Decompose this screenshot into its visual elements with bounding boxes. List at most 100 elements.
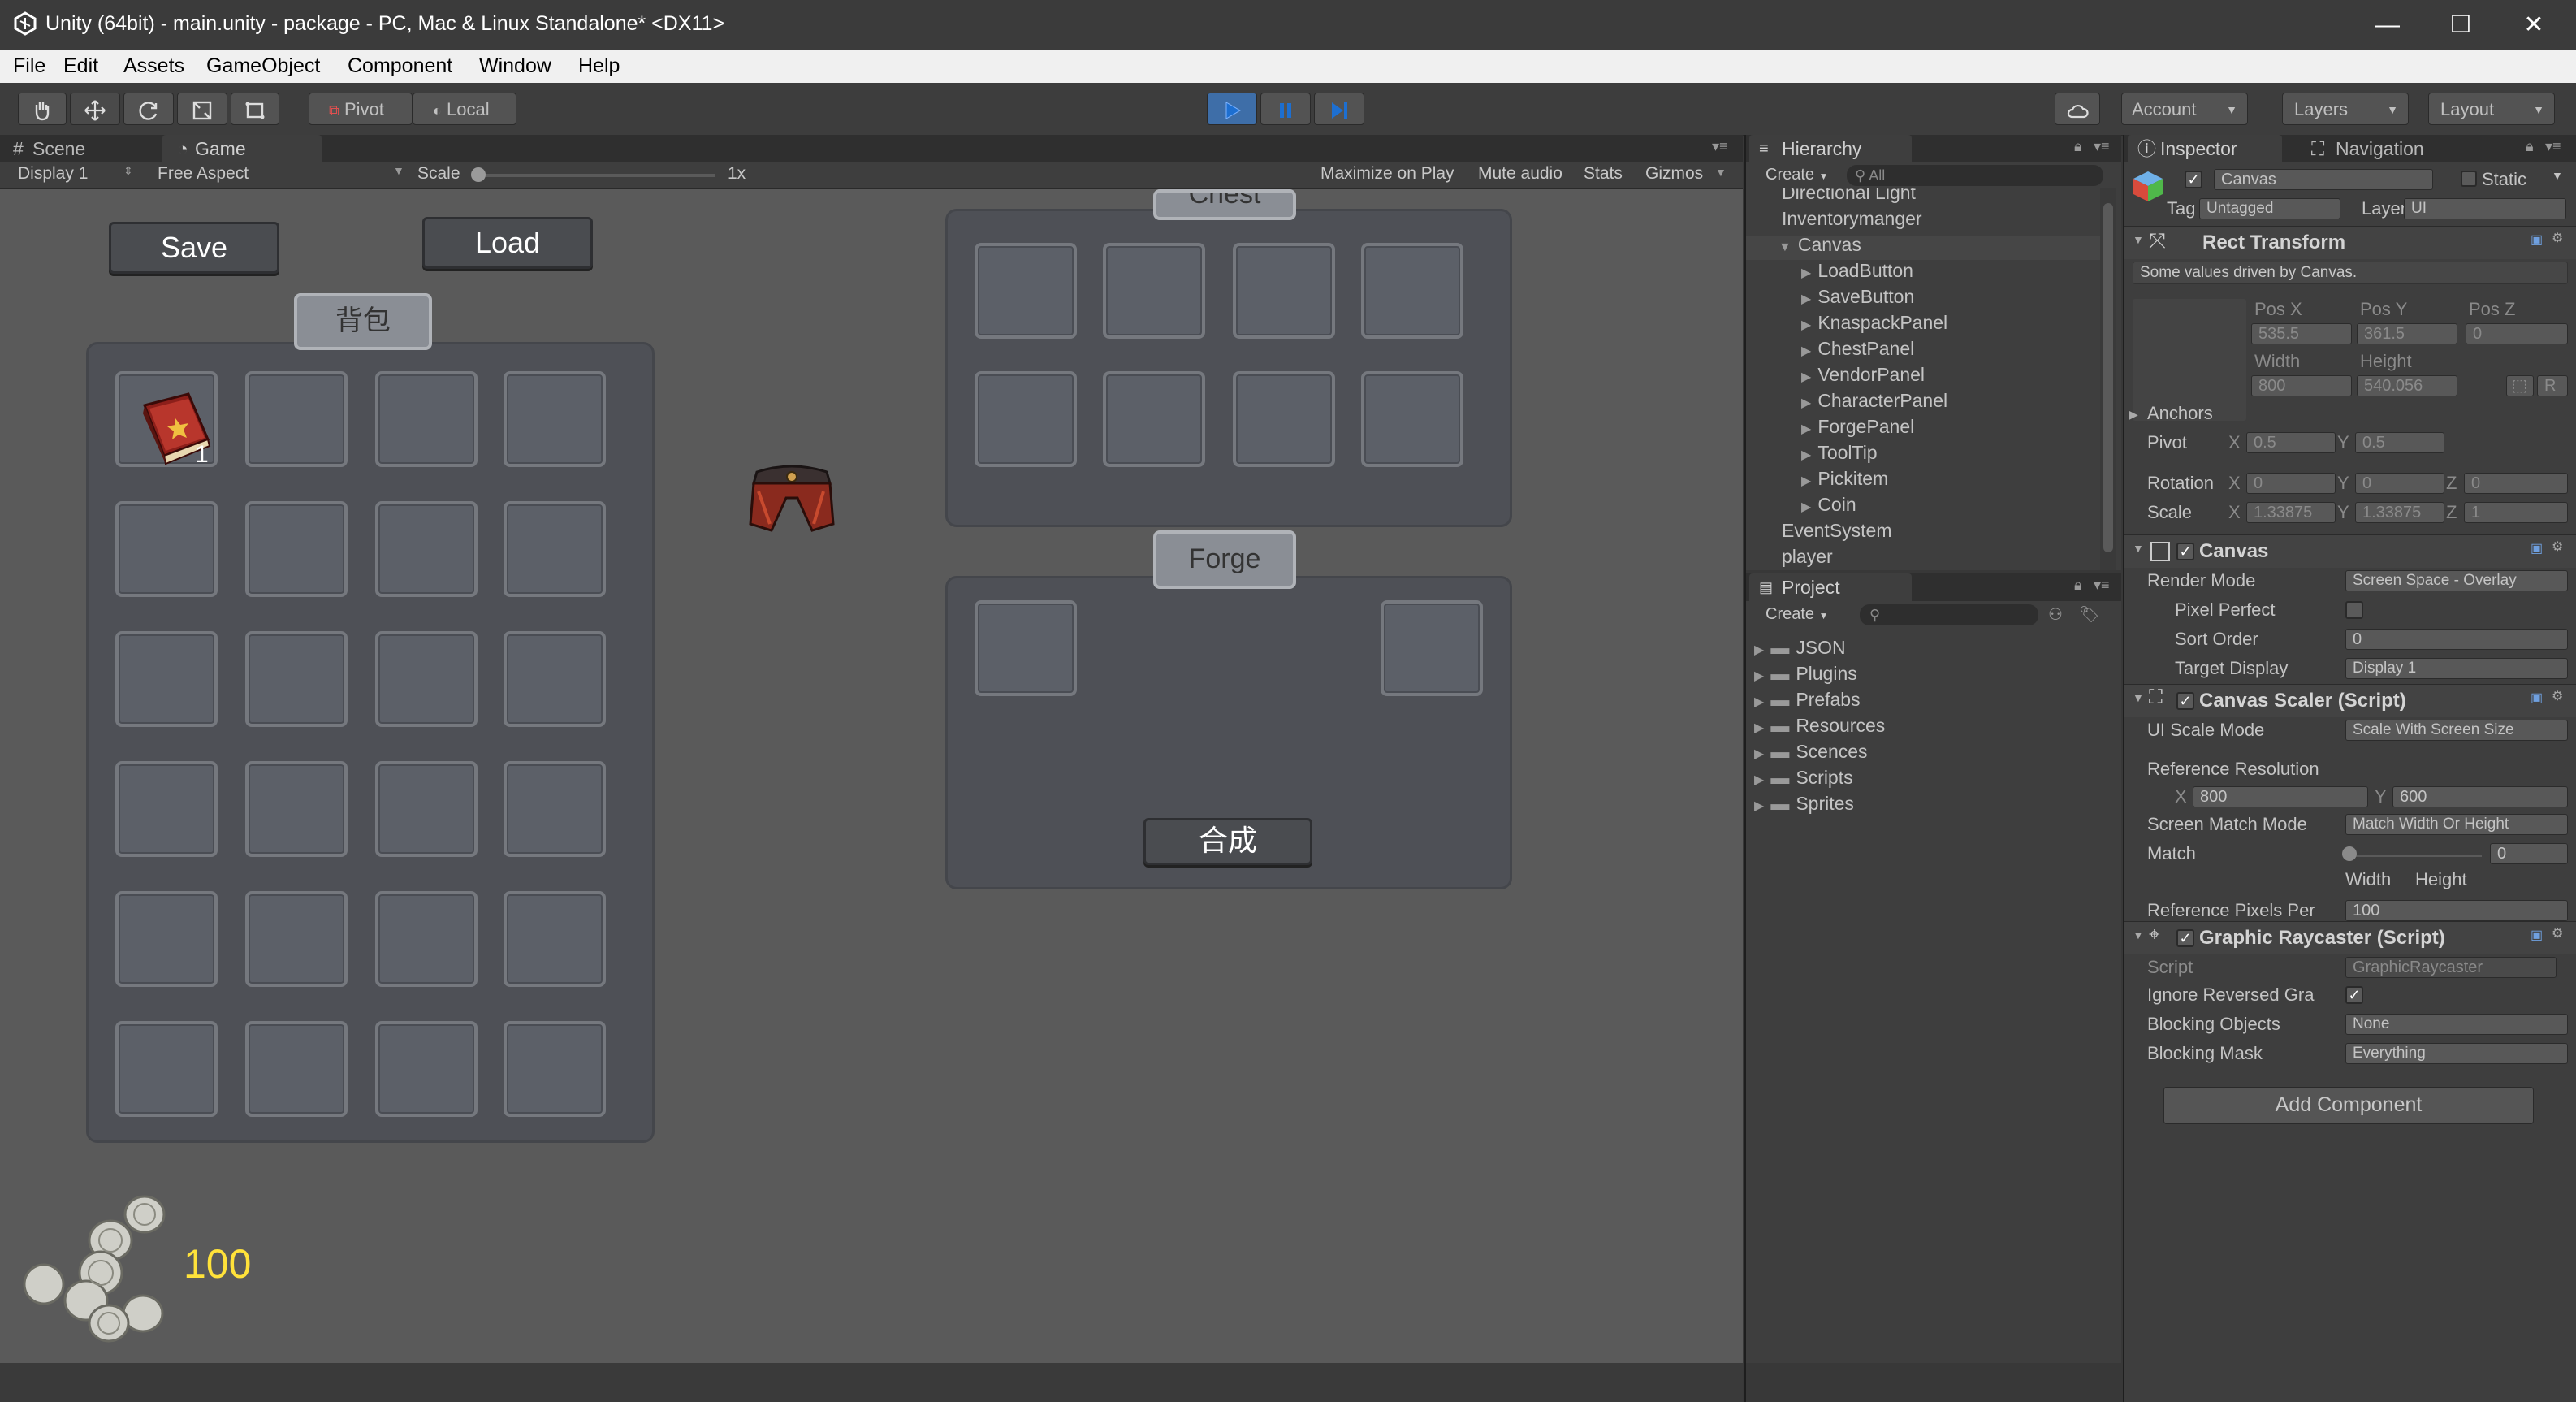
layout-dropdown[interactable]: Layout ▼: [2428, 93, 2555, 125]
account-dropdown[interactable]: Account ▼: [2121, 93, 2248, 125]
collapse-arrow-icon[interactable]: ▶: [1754, 669, 1764, 683]
stats-toggle[interactable]: Stats: [1584, 164, 1623, 184]
panel-menu-icon[interactable]: ▾≡: [1712, 138, 1728, 155]
maximize-on-play-toggle[interactable]: Maximize on Play: [1320, 164, 1454, 184]
menu-help[interactable]: Help: [578, 54, 620, 78]
hierarchy-item[interactable]: ▶ LoadButton: [1801, 260, 1913, 282]
active-checkbox[interactable]: ✓: [2185, 171, 2202, 188]
collapse-arrow-icon[interactable]: ▶: [1754, 773, 1764, 787]
render-mode-dropdown[interactable]: Screen Space - Overlay: [2345, 570, 2568, 591]
rotation-y-field[interactable]: 0: [2355, 473, 2444, 494]
scale-slider-handle[interactable]: [471, 167, 486, 182]
knapsack-slot[interactable]: [245, 501, 348, 597]
help-book-icon[interactable]: ▣: [2531, 232, 2543, 248]
static-checkbox[interactable]: [2461, 171, 2477, 187]
knapsack-slot[interactable]: [245, 761, 348, 857]
collapse-arrow-icon[interactable]: ▶: [1801, 422, 1811, 436]
layers-dropdown[interactable]: Layers ▼: [2282, 93, 2409, 125]
rotation-x-field[interactable]: 0: [2246, 473, 2336, 494]
expand-arrow-icon[interactable]: ▼: [1779, 240, 1792, 254]
pivot-x-field[interactable]: 0.5: [2246, 432, 2336, 453]
chest-slot[interactable]: [1233, 371, 1335, 467]
collapse-arrow-icon[interactable]: ▶: [1801, 474, 1811, 488]
tab-navigation[interactable]: ⛶ Navigation: [2287, 135, 2466, 162]
pause-button[interactable]: [1260, 93, 1311, 125]
knapsack-slot[interactable]: [245, 891, 348, 987]
collapse-arrow-icon[interactable]: ▶: [1801, 318, 1811, 332]
hierarchy-item[interactable]: Directional Light: [1775, 188, 1916, 204]
chest-slot[interactable]: [975, 371, 1077, 467]
hierarchy-item[interactable]: ▶ ForgePanel: [1801, 416, 1914, 438]
chest-slot[interactable]: [1103, 243, 1205, 339]
hierarchy-item[interactable]: ▶ ToolTip: [1801, 442, 1878, 464]
hierarchy-item[interactable]: EventSystem: [1775, 520, 1892, 542]
project-folder[interactable]: ▶ ▬ JSON: [1754, 637, 1846, 659]
hierarchy-item[interactable]: ▶ ChestPanel: [1801, 338, 1914, 360]
hierarchy-item[interactable]: ▶ VendorPanel: [1801, 364, 1925, 386]
chest-slot[interactable]: [1233, 243, 1335, 339]
object-name-input[interactable]: Canvas: [2214, 169, 2433, 190]
knapsack-slot[interactable]: [504, 761, 606, 857]
knapsack-slot[interactable]: [115, 761, 218, 857]
pos-y-field[interactable]: 361.5: [2357, 323, 2457, 344]
panel-menu-icon[interactable]: ▾≡: [2094, 577, 2110, 594]
hierarchy-item[interactable]: ▶ KnaspackPanel: [1801, 312, 1947, 334]
project-folder[interactable]: ▶ ▬ Scences: [1754, 741, 1868, 763]
foldout-arrow-icon[interactable]: ▼: [2133, 233, 2144, 246]
blueprint-mode-button[interactable]: ⬚: [2506, 375, 2534, 396]
chest-slot[interactable]: [1361, 371, 1463, 467]
reference-y-field[interactable]: 600: [2392, 786, 2568, 807]
scale-y-field[interactable]: 1.33875: [2355, 502, 2444, 523]
scroll-thumb[interactable]: [2103, 203, 2113, 552]
reference-pixels-field[interactable]: 100: [2345, 900, 2568, 921]
foldout-arrow-icon[interactable]: ▼: [2133, 691, 2144, 704]
filter-by-label-icon[interactable]: 🏷︎: [2079, 604, 2099, 625]
move-tool-button[interactable]: [70, 93, 120, 125]
gear-icon[interactable]: ⚙: [2552, 925, 2563, 941]
mute-audio-toggle[interactable]: Mute audio: [1478, 164, 1562, 184]
knapsack-slot[interactable]: [245, 1021, 348, 1117]
gear-icon[interactable]: ⚙: [2552, 230, 2563, 246]
layer-dropdown[interactable]: UI: [2404, 198, 2566, 219]
target-display-dropdown[interactable]: Display 1: [2345, 658, 2568, 679]
tab-hierarchy[interactable]: ≡ Hierarchy: [1749, 135, 1912, 162]
canvas-scaler-header[interactable]: ▼ ⛶ ✓ Canvas Scaler (Script) ▣ ⚙: [2124, 684, 2576, 717]
ignore-reversed-checkbox[interactable]: ✓: [2345, 986, 2363, 1004]
filter-by-type-icon[interactable]: ⚇: [2048, 604, 2063, 625]
foldout-arrow-icon[interactable]: ▼: [2133, 928, 2144, 941]
help-book-icon[interactable]: ▣: [2531, 540, 2543, 556]
menu-edit[interactable]: Edit: [63, 54, 98, 78]
tab-scene[interactable]: # Scene: [0, 135, 154, 162]
collapse-arrow-icon[interactable]: ▶: [1801, 266, 1811, 280]
chest-slot[interactable]: [1361, 243, 1463, 339]
leather-pants-item-icon[interactable]: [749, 459, 835, 540]
collapse-arrow-icon[interactable]: ▶: [1754, 695, 1764, 709]
script-field[interactable]: GraphicRaycaster: [2345, 957, 2557, 978]
hierarchy-item[interactable]: ▶ CharacterPanel: [1801, 390, 1947, 412]
ui-scale-mode-dropdown[interactable]: Scale With Screen Size: [2345, 720, 2568, 741]
save-button[interactable]: Save: [109, 222, 279, 274]
foldout-arrow-icon[interactable]: ▶: [2129, 408, 2138, 422]
play-button[interactable]: [1207, 93, 1257, 125]
display-dropdown[interactable]: Display 1: [18, 164, 88, 184]
pivot-toggle-button[interactable]: ⧉ Pivot: [309, 93, 413, 125]
scale-x-field[interactable]: 1.33875: [2246, 502, 2336, 523]
lock-icon[interactable]: 🔒︎: [2074, 577, 2082, 594]
tab-inspector[interactable]: ⓘ Inspector: [2128, 135, 2282, 162]
collapse-arrow-icon[interactable]: ▶: [1801, 344, 1811, 358]
match-slider-handle[interactable]: [2342, 846, 2357, 861]
help-book-icon[interactable]: ▣: [2531, 690, 2543, 706]
height-field[interactable]: 540.056: [2357, 375, 2457, 396]
knapsack-slot[interactable]: [245, 631, 348, 727]
help-book-icon[interactable]: ▣: [2531, 927, 2543, 943]
width-field[interactable]: 800: [2251, 375, 2352, 396]
hierarchy-search-input[interactable]: ⚲ All: [1847, 165, 2103, 186]
project-folder[interactable]: ▶ ▬ Sprites: [1754, 793, 1854, 815]
reference-x-field[interactable]: 800: [2193, 786, 2368, 807]
project-search-input[interactable]: ⚲: [1860, 604, 2038, 625]
hierarchy-item[interactable]: ▶ Coin: [1801, 494, 1856, 516]
rotate-tool-button[interactable]: [123, 93, 174, 125]
tab-project[interactable]: ▤ Project: [1749, 573, 1912, 601]
gear-icon[interactable]: ⚙: [2552, 688, 2563, 704]
minimize-button[interactable]: —: [2363, 6, 2412, 44]
